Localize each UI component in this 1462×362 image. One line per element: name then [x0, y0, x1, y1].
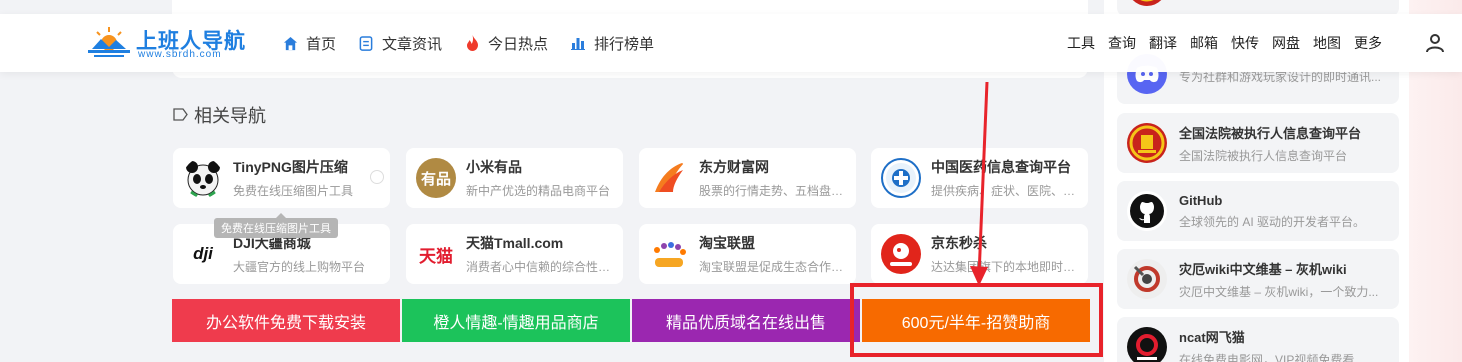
user-icon[interactable]: [1426, 33, 1446, 53]
card-arrow-icon: [370, 170, 384, 184]
youpin-icon: 有品: [416, 158, 456, 198]
nav-card-jd-seckill[interactable]: 京东秒杀 达达集团旗下的本地即时零售平台: [871, 224, 1088, 284]
github-icon: [1127, 191, 1167, 231]
sidebar-item-court[interactable]: 全国法院被执行人信息查询平台 全国法院被执行人信息查询平台: [1117, 113, 1399, 173]
youpin-icon-text: 有品: [420, 170, 451, 188]
link-mail[interactable]: 邮箱: [1190, 33, 1218, 53]
link-map[interactable]: 地图: [1313, 33, 1341, 53]
site-header: 上班人导航 www.sbrdh.com 首页 文章资讯 今日热点 排行榜单 工具…: [0, 14, 1462, 72]
jd-seckill-icon: [881, 234, 921, 274]
link-more[interactable]: 更多: [1354, 33, 1382, 53]
nav-card-tmall[interactable]: 天猫 天猫Tmall.com 消费者心中信赖的综合性购物平台: [406, 224, 623, 284]
sidebar-item-title: 灾厄wiki中文维基 – 灰机wiki: [1179, 261, 1347, 277]
home-icon: [282, 35, 298, 51]
tmall-icon-text: 天猫: [419, 246, 453, 266]
card-title: 东方财富网: [699, 159, 769, 175]
section-title: 相关导航: [173, 102, 266, 128]
card-desc: 免费在线压缩图片工具: [233, 184, 354, 198]
document-icon: [358, 35, 374, 51]
card-title: 天猫Tmall.com: [466, 235, 564, 251]
taobao-union-icon: [649, 234, 689, 274]
card-desc: 淘宝联盟是促成生态合作伙伴的平台: [699, 260, 849, 274]
card-title: 中国医药信息查询平台: [931, 159, 1071, 175]
card-title: TinyPNG图片压缩: [233, 159, 348, 175]
sidebar-item-github[interactable]: GitHub 全球领先的 AI 驱动的开发者平台。: [1117, 181, 1399, 241]
nav-card-eastmoney[interactable]: 东方财富网 股票的行情走势、五档盘口、资金流向...: [639, 148, 856, 208]
card-title: 小米有品: [466, 159, 522, 175]
tag-icon: [173, 105, 188, 126]
nav-home-label: 首页: [306, 35, 337, 53]
nav-ranking[interactable]: 排行榜单: [570, 33, 654, 54]
card-desc: 大疆官方的线上购物平台: [233, 260, 366, 274]
ad-button-office[interactable]: 办公软件免费下载安装: [172, 299, 400, 342]
medical-icon: [881, 158, 921, 198]
nav-ranking-label: 排行榜单: [594, 35, 655, 53]
ad-button-shop[interactable]: 橙人情趣-情趣用品商店: [402, 299, 630, 342]
eastmoney-icon: [649, 158, 689, 198]
ranking-icon: [570, 35, 586, 51]
tmall-icon: 天猫: [416, 234, 456, 274]
logo-subtitle: www.sbrdh.com: [138, 49, 222, 60]
nav-hot-label: 今日热点: [488, 35, 549, 53]
nav-card-taobao-union[interactable]: 淘宝联盟 淘宝联盟是促成生态合作伙伴的平台: [639, 224, 856, 284]
wiki-icon: [1127, 259, 1167, 299]
sidebar-item-title: ncat网飞猫: [1179, 329, 1245, 345]
sidebar-item-ncat[interactable]: ncat网飞猫 在线免费电影网，VIP视频免费看: [1117, 317, 1399, 362]
nav-hot[interactable]: 今日热点: [464, 33, 548, 54]
section-title-text: 相关导航: [194, 106, 266, 126]
sidebar-item-title: 全国法院被执行人信息查询平台: [1179, 125, 1362, 141]
link-translate[interactable]: 翻译: [1149, 33, 1177, 53]
sidebar-item-wiki[interactable]: 灾厄wiki中文维基 – 灰机wiki 灾厄中文维基 – 灰机wiki，一个致力…: [1117, 249, 1399, 309]
logo-sun-icon: [88, 27, 130, 57]
card-desc: 股票的行情走势、五档盘口、资金流向...: [699, 184, 849, 198]
card-desc: 提供疾病、症状、医院、药品信息查询: [931, 184, 1081, 198]
nav-card-youpin[interactable]: 有品 小米有品 新中产优选的精品电商平台: [406, 148, 623, 208]
nav-articles-label: 文章资讯: [382, 35, 443, 53]
nav-card-tinypng[interactable]: TinyPNG图片压缩 免费在线压缩图片工具: [173, 148, 390, 208]
sidebar-item-title: GitHub: [1179, 192, 1223, 208]
nav-articles[interactable]: 文章资讯: [358, 33, 442, 54]
sidebar-item-desc: 全国法院被执行人信息查询平台: [1179, 148, 1348, 163]
link-transfer[interactable]: 快传: [1231, 33, 1259, 53]
flame-icon: [464, 35, 480, 51]
link-query[interactable]: 查询: [1108, 33, 1136, 53]
card-desc: 新中产优选的精品电商平台: [466, 184, 611, 198]
card-title: 淘宝联盟: [699, 235, 755, 251]
panda-icon: [183, 158, 223, 198]
sidebar-item-desc: 灾厄中文维基 – 灰机wiki，一个致力...: [1179, 284, 1379, 299]
court-emblem-icon: [1127, 123, 1167, 163]
ncat-icon: [1127, 327, 1167, 362]
site-logo[interactable]: 上班人导航 www.sbrdh.com: [86, 25, 246, 63]
dji-icon: dji: [183, 234, 223, 274]
card-desc: 达达集团旗下的本地即时零售平台: [931, 260, 1081, 274]
nav-home[interactable]: 首页: [282, 33, 336, 54]
card-title: 京东秒杀: [931, 235, 987, 251]
card-desc: 消费者心中信赖的综合性购物平台: [466, 260, 616, 274]
link-tools[interactable]: 工具: [1067, 33, 1095, 53]
main-nav: 首页 文章资讯 今日热点 排行榜单: [282, 14, 676, 72]
ad-button-domain[interactable]: 精品优质域名在线出售: [632, 299, 860, 342]
link-netdisk[interactable]: 网盘: [1272, 33, 1300, 53]
quick-links: 工具 查询 翻译 邮箱 快传 网盘 地图 更多: [1054, 14, 1382, 72]
sidebar-item-desc: 全球领先的 AI 驱动的开发者平台。: [1179, 214, 1366, 229]
card-tooltip: 免费在线压缩图片工具: [214, 213, 338, 238]
ad-button-sponsor[interactable]: 600元/半年-招赞助商: [862, 299, 1090, 342]
sidebar-item-desc: 在线免费电影网，VIP视频免费看: [1179, 352, 1355, 362]
emblem-icon: [1127, 0, 1167, 6]
nav-card-medical[interactable]: 中国医药信息查询平台 提供疾病、症状、医院、药品信息查询: [871, 148, 1088, 208]
dji-icon-text: dji: [193, 244, 213, 263]
